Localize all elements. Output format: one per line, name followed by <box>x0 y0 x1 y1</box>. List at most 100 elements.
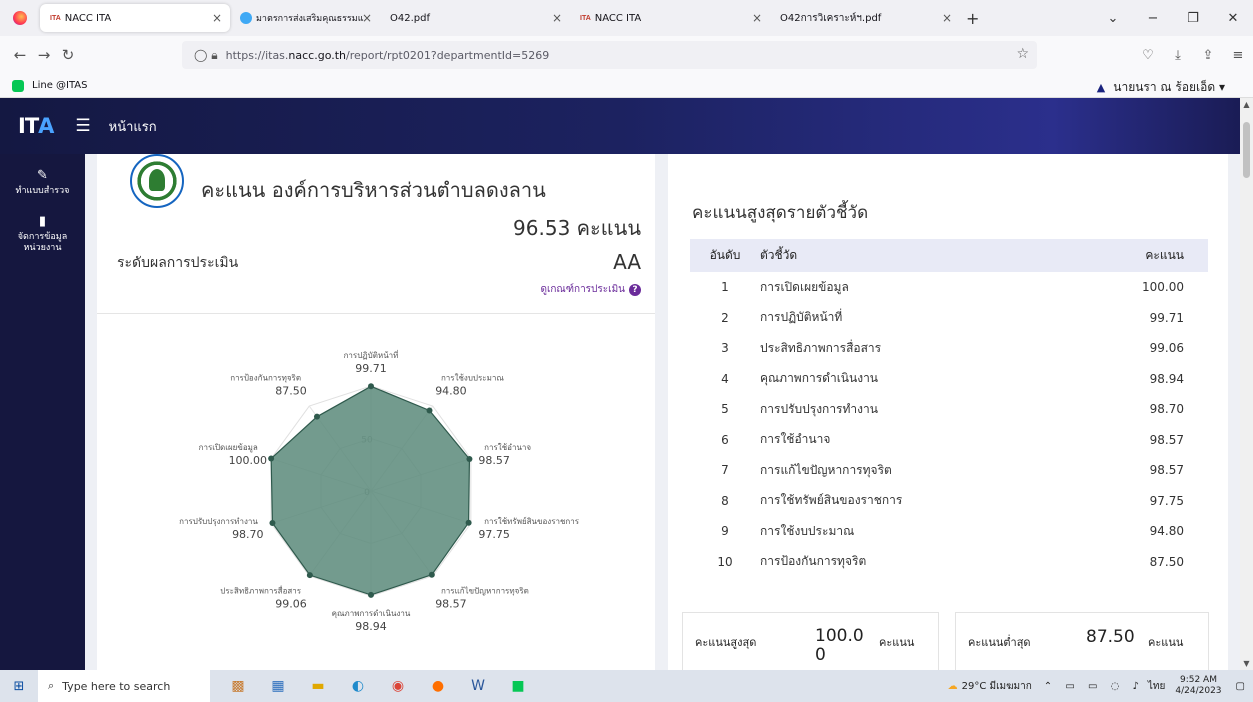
close-tab-icon[interactable]: × <box>362 11 372 25</box>
help-icon[interactable]: ? <box>629 283 641 296</box>
word-icon[interactable]: W <box>458 678 498 694</box>
level-label: ระดับผลการประเมิน <box>117 255 239 271</box>
rank-cell: 5 <box>721 402 729 417</box>
criteria-link[interactable]: ดูเกณฑ์การประเมิน ? <box>540 282 641 297</box>
radar-value-label: 98.70 <box>232 528 264 541</box>
radar-value-label: 98.57 <box>435 597 467 610</box>
sidebar-item-survey[interactable]: ✎ ทำแบบสำรวจ <box>0 168 85 196</box>
scroll-down-icon[interactable]: ▼ <box>1240 659 1253 668</box>
taskbar-search[interactable]: ⌕ Type here to search <box>38 670 210 702</box>
radar-data-point <box>426 407 433 414</box>
radar-data-point <box>269 520 276 527</box>
close-tab-icon[interactable]: × <box>942 11 952 25</box>
table-row: 8 การใช้ทรัพย์สินของราชการ 97.75 <box>690 486 1208 517</box>
ita-logo[interactable]: ITA <box>18 114 54 138</box>
clock[interactable]: 9:52 AM 4/24/2023 <box>1175 675 1221 697</box>
bookmark-line-itas[interactable]: Line @ITAS <box>32 80 88 91</box>
taskbar-apps: ▩ ▦ ▬ ◐ ◉ ● W ■ <box>218 678 538 694</box>
indicator-cell: การปรับปรุงการทำงาน <box>760 401 878 416</box>
language-indicator[interactable]: ไทย <box>1148 679 1165 694</box>
edge-icon[interactable]: ◐ <box>338 678 378 694</box>
new-tab-icon[interactable]: + <box>966 9 979 28</box>
score-cell: 87.50 <box>1149 554 1184 569</box>
table-row: 7 การแก้ไขปัญหาการทุจริต 98.57 <box>690 455 1208 486</box>
weather-text[interactable]: 29°C มีเมฆมาก <box>962 679 1032 694</box>
bookmark-star-icon[interactable]: ☆ <box>1016 46 1029 62</box>
tab-o42-analysis-pdf[interactable]: O42การวิเคราะห์ฯ.pdf × <box>770 4 960 32</box>
line-icon <box>12 79 24 92</box>
radar-data-point <box>268 455 275 462</box>
close-tab-icon[interactable]: × <box>752 11 762 25</box>
level-value: AA <box>613 250 641 274</box>
radar-axis-label: การใช้อำนาจ <box>484 443 531 452</box>
radar-data-point <box>466 456 473 463</box>
back-icon[interactable]: ← <box>8 46 32 64</box>
radar-value-label: 94.80 <box>435 385 467 398</box>
downloads-icon[interactable]: ⤓ <box>1163 48 1193 63</box>
tray-icons[interactable]: ⌃ ▭ ▭ ◌ ♪ <box>1044 681 1144 692</box>
radar-axis-label: การปฏิบัติหน้าที่ <box>344 349 399 360</box>
share-icon[interactable]: ⇪ <box>1193 48 1223 63</box>
notifications-icon[interactable]: ▢ <box>1236 681 1245 692</box>
chrome-icon[interactable]: ◉ <box>378 678 418 694</box>
sidebar: ✎ ทำแบบสำรวจ ▮ จัดการข้อมูลหน่วยงาน <box>0 154 85 670</box>
sidebar-item-manage-agency[interactable]: ▮ จัดการข้อมูลหน่วยงาน <box>0 214 85 253</box>
reload-icon[interactable]: ↻ <box>56 46 80 64</box>
home-link[interactable]: หน้าแรก <box>109 116 157 137</box>
close-tab-icon[interactable]: × <box>552 11 562 25</box>
rank-cell: 2 <box>721 310 729 325</box>
tab-nacc-ita-2[interactable]: ITA NACC ITA × <box>570 4 770 32</box>
taskview-image-icon[interactable]: ▩ <box>218 678 258 694</box>
tab-o42-pdf[interactable]: O42.pdf × <box>380 4 570 32</box>
organization-seal <box>130 154 184 208</box>
ranking-card: คะแนนสูงสุดรายตัวชี้วัด อันดับ ตัวชี้วัด… <box>668 154 1228 670</box>
radar-value-label: 97.75 <box>478 528 510 541</box>
close-tab-icon[interactable]: × <box>212 11 222 25</box>
radar-data-point <box>368 591 374 598</box>
scroll-up-icon[interactable]: ▲ <box>1240 100 1253 109</box>
firefox-icon[interactable] <box>0 0 40 36</box>
ita-favicon-icon: ITA <box>580 14 591 22</box>
table-header-row: อันดับ ตัวชี้วัด คะแนน <box>690 239 1208 272</box>
indicator-cell: ประสิทธิภาพการสื่อสาร <box>760 340 882 355</box>
close-window-icon[interactable]: ✕ <box>1213 11 1253 26</box>
page-scrollbar[interactable]: ▲ ▼ <box>1240 98 1253 670</box>
weather-icon[interactable]: ☁ <box>948 681 958 692</box>
windows-taskbar: ⊞ ⌕ Type here to search ▩ ▦ ▬ ◐ ◉ ● W ■ … <box>0 670 1253 702</box>
pocket-icon[interactable]: ♡ <box>1133 48 1163 63</box>
ita-favicon-icon: ITA <box>50 14 61 22</box>
forward-icon[interactable]: → <box>32 46 56 64</box>
firefox-taskbar-icon[interactable]: ● <box>418 678 458 694</box>
menu-icon[interactable]: ≡ <box>1223 48 1253 63</box>
radar-axis-label: คุณภาพการดำเนินงาน <box>332 609 411 618</box>
globe-icon <box>240 12 252 24</box>
scroll-thumb[interactable] <box>1243 122 1250 178</box>
url-bar[interactable]: ◯ 🔒︎ https://itas. nacc.go.th/report/rpt0… <box>182 41 1037 69</box>
bell-icon[interactable]: ▲ <box>1097 81 1105 94</box>
file-explorer-icon[interactable]: ▬ <box>298 678 338 694</box>
indicator-cell: การเปิดเผยข้อมูล <box>760 279 849 294</box>
tab-nacc-ita[interactable]: ITA NACC ITA × <box>40 4 230 32</box>
windows-start-icon[interactable]: ⊞ <box>0 679 38 694</box>
summary-card: คะแนน องค์การบริหารส่วนตำบลดงลาน 96.53 ค… <box>97 154 655 314</box>
rank-cell: 1 <box>721 280 729 295</box>
indicator-cell: การใช้อำนาจ <box>760 432 831 447</box>
line-app-icon[interactable]: ■ <box>498 678 538 694</box>
user-name[interactable]: นายนรา ณ ร้อยเอ็ด ▾ <box>1113 78 1225 97</box>
indicator-cell: การปฏิบัติหน้าที่ <box>760 310 843 325</box>
restore-icon[interactable]: ❐ <box>1173 11 1213 26</box>
minimize-icon[interactable]: − <box>1133 11 1173 26</box>
ranking-title: คะแนนสูงสุดรายตัวชี้วัด <box>692 203 869 223</box>
column-header-rank: อันดับ <box>690 239 760 272</box>
score-cell: 98.94 <box>1149 371 1184 386</box>
list-all-tabs-icon[interactable]: ⌄ <box>1093 11 1133 26</box>
user-menu[interactable]: ▲ นายนรา ณ ร้อยเอ็ด ▾ <box>1097 78 1225 97</box>
shield-lock-icon[interactable]: ◯ 🔒︎ <box>194 48 218 63</box>
radar-value-label: 100.00 <box>229 454 268 467</box>
table-row: 3 ประสิทธิภาพการสื่อสาร 99.06 <box>690 333 1208 364</box>
tab-integrity-measures[interactable]: มาตรการส่งเสริมคุณธรรมและความ × <box>230 4 380 32</box>
score-cell: 99.06 <box>1149 341 1184 356</box>
store-icon[interactable]: ▦ <box>258 678 298 694</box>
radar-chart-card: 050การปฏิบัติหน้าที่99.71การใช้งบประมาณ9… <box>97 314 655 670</box>
hamburger-menu-icon[interactable]: ☰ <box>75 116 90 136</box>
